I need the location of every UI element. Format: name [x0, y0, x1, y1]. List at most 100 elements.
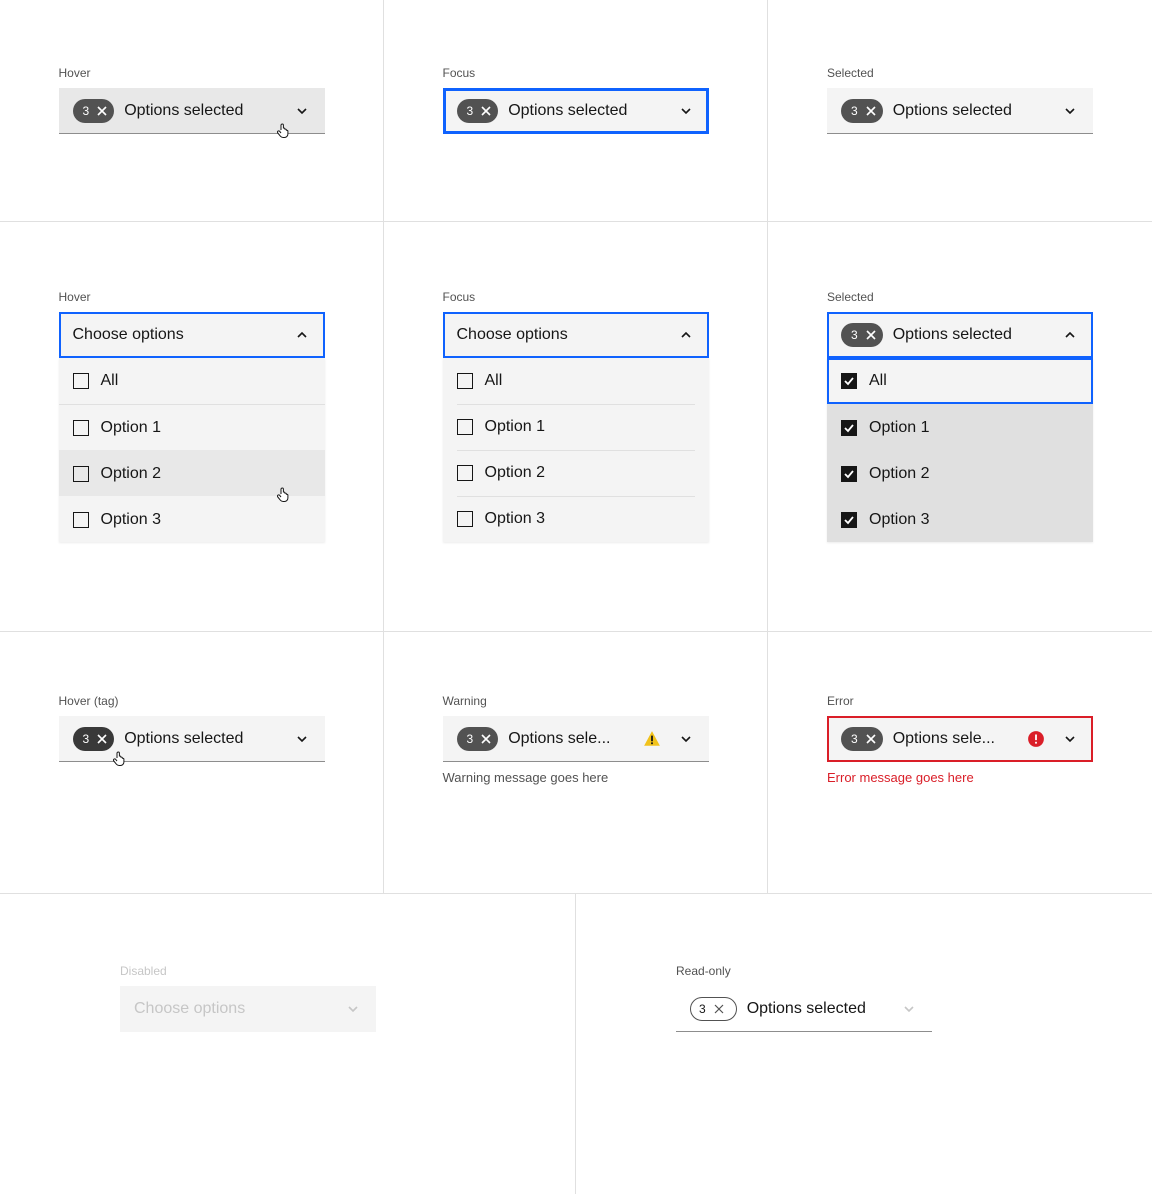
count-tag-readonly: 3 — [690, 997, 737, 1021]
option-label: Option 3 — [101, 511, 161, 529]
option-label: Option 1 — [101, 419, 161, 437]
option-label: All — [101, 372, 119, 390]
chevron-down-icon — [293, 102, 311, 120]
option-label: Option 2 — [101, 465, 161, 483]
chevron-down-icon — [1061, 730, 1079, 748]
chevron-down-icon — [677, 102, 695, 120]
tag-count: 3 — [83, 732, 90, 746]
tag-count: 3 — [851, 328, 858, 342]
options-menu: All Option 1 Option 2 Option 3 — [827, 358, 1093, 542]
count-tag[interactable]: 3 — [841, 323, 883, 347]
multiselect-tag-hover[interactable]: 3 Options selected — [59, 716, 325, 762]
option-label: Option 1 — [869, 419, 929, 437]
multiselect-label: Options sele... — [893, 730, 1017, 748]
checkbox-checked[interactable] — [841, 466, 857, 482]
multiselect-error[interactable]: 3 Options sele... — [827, 716, 1093, 762]
close-icon[interactable] — [93, 102, 111, 120]
state-label: Selected — [827, 66, 1093, 80]
close-icon[interactable] — [862, 730, 880, 748]
tag-count: 3 — [467, 104, 474, 118]
option-3[interactable]: Option 3 — [827, 496, 1093, 542]
option-all[interactable]: All — [827, 358, 1093, 404]
error-icon — [1027, 730, 1045, 748]
count-tag[interactable]: 3 — [841, 727, 883, 751]
multiselect-readonly: 3 Options selected — [676, 986, 932, 1032]
cursor-hand-icon — [275, 120, 295, 140]
warning-icon — [643, 730, 661, 748]
checkbox[interactable] — [457, 465, 473, 481]
chevron-up-icon — [1061, 326, 1079, 344]
count-tag[interactable]: 3 — [73, 99, 115, 123]
option-2[interactable]: Option 2 — [443, 450, 709, 496]
state-label: Focus — [443, 290, 709, 304]
options-menu: All Option 1 Option 2 Option 3 — [59, 358, 325, 542]
checkbox[interactable] — [457, 373, 473, 389]
multiselect-open-selected[interactable]: 3 Options selected — [827, 312, 1093, 358]
close-icon[interactable] — [93, 730, 111, 748]
multiselect-warning[interactable]: 3 Options sele... — [443, 716, 709, 762]
state-label: Focus — [443, 66, 709, 80]
option-label: All — [869, 372, 887, 390]
multiselect-label: Options selected — [893, 102, 1051, 120]
option-3[interactable]: Option 3 — [443, 496, 709, 542]
checkbox[interactable] — [73, 373, 89, 389]
tag-count: 3 — [83, 104, 90, 118]
close-icon[interactable] — [862, 326, 880, 344]
checkbox-checked[interactable] — [841, 512, 857, 528]
checkbox[interactable] — [457, 419, 473, 435]
state-label: Error — [827, 694, 1093, 708]
checkbox-checked[interactable] — [841, 420, 857, 436]
chevron-down-icon — [1061, 102, 1079, 120]
multiselect-placeholder: Choose options — [73, 326, 283, 344]
count-tag[interactable]: 3 — [841, 99, 883, 123]
chevron-up-icon — [677, 326, 695, 344]
chevron-down-icon — [900, 1000, 918, 1018]
multiselect-placeholder: Choose options — [134, 1000, 334, 1018]
tag-count: 3 — [851, 104, 858, 118]
state-label: Read-only — [676, 964, 932, 978]
chevron-down-icon — [293, 730, 311, 748]
tag-count: 3 — [851, 732, 858, 746]
checkbox[interactable] — [457, 511, 473, 527]
option-label: Option 3 — [485, 510, 545, 528]
option-1[interactable]: Option 1 — [827, 404, 1093, 450]
close-icon[interactable] — [477, 730, 495, 748]
chevron-up-icon — [293, 326, 311, 344]
option-1[interactable]: Option 1 — [443, 404, 709, 450]
chevron-down-icon — [344, 1000, 362, 1018]
count-tag[interactable]: 3 — [73, 727, 115, 751]
state-label: Hover — [59, 290, 325, 304]
state-label: Hover (tag) — [59, 694, 325, 708]
multiselect-selected[interactable]: 3 Options selected — [827, 88, 1093, 134]
multiselect-label: Options sele... — [508, 730, 632, 748]
multiselect-open-hover[interactable]: Choose options — [59, 312, 325, 358]
multiselect-label: Options selected — [747, 1000, 890, 1018]
close-icon[interactable] — [862, 102, 880, 120]
state-label: Hover — [59, 66, 325, 80]
checkbox[interactable] — [73, 466, 89, 482]
option-label: Option 2 — [485, 464, 545, 482]
error-message: Error message goes here — [827, 770, 1093, 785]
multiselect-label: Options selected — [124, 730, 282, 748]
option-all[interactable]: All — [443, 358, 709, 404]
chevron-down-icon — [677, 730, 695, 748]
multiselect-label: Options selected — [508, 102, 666, 120]
option-label: Option 3 — [869, 511, 929, 529]
count-tag[interactable]: 3 — [457, 99, 499, 123]
option-1[interactable]: Option 1 — [59, 404, 325, 450]
close-icon — [710, 1000, 728, 1018]
multiselect-open-focus[interactable]: Choose options — [443, 312, 709, 358]
checkbox[interactable] — [73, 512, 89, 528]
close-icon[interactable] — [477, 102, 495, 120]
cursor-hand-icon — [275, 484, 295, 504]
option-label: Option 1 — [485, 418, 545, 436]
option-2[interactable]: Option 2 — [827, 450, 1093, 496]
count-tag[interactable]: 3 — [457, 727, 499, 751]
multiselect-disabled: Choose options — [120, 986, 376, 1032]
option-label: Option 2 — [869, 465, 929, 483]
multiselect-focus[interactable]: 3 Options selected — [443, 88, 709, 134]
checkbox[interactable] — [73, 420, 89, 436]
warning-message: Warning message goes here — [443, 770, 709, 785]
option-all[interactable]: All — [59, 358, 325, 404]
checkbox-checked[interactable] — [841, 373, 857, 389]
